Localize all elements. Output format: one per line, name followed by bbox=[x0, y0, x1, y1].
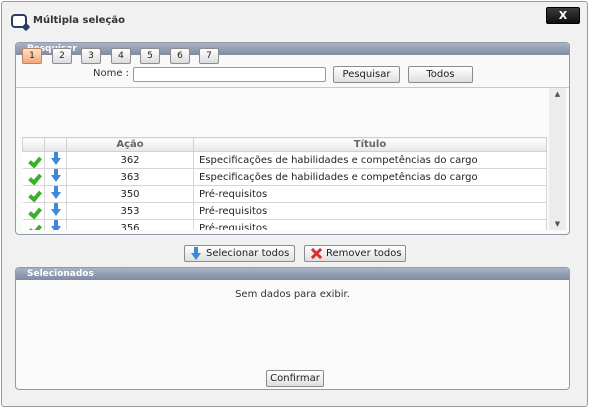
dialog-title: Múltipla seleção bbox=[33, 15, 126, 26]
check-icon[interactable] bbox=[26, 170, 40, 182]
row-select-cell[interactable] bbox=[22, 151, 45, 169]
search-button[interactable]: Pesquisar bbox=[333, 66, 400, 83]
row-title: Pré-requisitos bbox=[193, 219, 547, 230]
grid-scrollbar[interactable]: ▲ ▼ bbox=[549, 88, 566, 230]
scroll-up-icon[interactable]: ▲ bbox=[549, 88, 566, 100]
column-header-select bbox=[22, 137, 45, 152]
title-bar: Múltipla seleção X bbox=[2, 2, 587, 34]
row-code: 362 bbox=[66, 151, 194, 169]
row-select-cell[interactable] bbox=[22, 219, 45, 231]
row-title: Pré-requisitos bbox=[193, 185, 547, 203]
empty-message: Sem dados para exibir. bbox=[235, 289, 350, 300]
remove-x-icon bbox=[311, 248, 322, 259]
arrow-down-icon bbox=[191, 247, 201, 260]
page-button-3[interactable]: 3 bbox=[81, 48, 101, 64]
check-icon[interactable] bbox=[26, 221, 40, 231]
all-button[interactable]: Todos bbox=[408, 66, 473, 83]
row-add-cell[interactable] bbox=[44, 202, 67, 220]
close-button[interactable]: X bbox=[546, 7, 580, 24]
row-select-cell[interactable] bbox=[22, 168, 45, 186]
page-button-2[interactable]: 2 bbox=[52, 48, 72, 64]
check-icon[interactable] bbox=[26, 153, 40, 165]
app-logo-icon bbox=[11, 14, 27, 28]
check-icon[interactable] bbox=[26, 204, 40, 216]
column-header-titulo[interactable]: Título bbox=[193, 137, 547, 152]
row-add-cell[interactable] bbox=[44, 151, 67, 169]
name-input[interactable] bbox=[133, 67, 326, 82]
selected-panel-header: Selecionados bbox=[16, 268, 569, 280]
remove-all-label: Remover todos bbox=[326, 248, 402, 259]
page-button-7[interactable]: 7 bbox=[199, 48, 219, 64]
page-button-1[interactable]: 1 bbox=[22, 48, 42, 64]
row-add-cell[interactable] bbox=[44, 168, 67, 186]
row-code: 350 bbox=[66, 185, 194, 203]
page-button-5[interactable]: 5 bbox=[140, 48, 160, 64]
arrow-down-icon[interactable] bbox=[50, 169, 61, 182]
row-code: 363 bbox=[66, 168, 194, 186]
page-button-6[interactable]: 6 bbox=[170, 48, 190, 64]
results-grid: Ação Título 362 Especificações de habilid… bbox=[22, 137, 547, 230]
row-title: Pré-requisitos bbox=[193, 202, 547, 220]
row-select-cell[interactable] bbox=[22, 185, 45, 203]
table-row[interactable]: 350 Pré-requisitos bbox=[22, 185, 547, 203]
arrow-down-icon[interactable] bbox=[50, 186, 61, 199]
table-row[interactable]: 356 Pré-requisitos bbox=[22, 219, 547, 231]
name-label: Nome : bbox=[93, 68, 130, 79]
confirm-button[interactable]: Confirmar bbox=[266, 370, 324, 387]
page-button-4[interactable]: 4 bbox=[111, 48, 131, 64]
check-icon[interactable] bbox=[26, 187, 40, 199]
column-header-add bbox=[44, 137, 67, 152]
table-body: 362 Especificações de habilidades e compe… bbox=[22, 151, 547, 231]
select-all-label: Selecionar todos bbox=[206, 248, 290, 259]
table-row[interactable]: 353 Pré-requisitos bbox=[22, 202, 547, 220]
row-title: Especificações de habilidades e competên… bbox=[193, 151, 547, 169]
select-all-button[interactable]: Selecionar todos bbox=[184, 245, 295, 262]
row-code: 353 bbox=[66, 202, 194, 220]
row-select-cell[interactable] bbox=[22, 202, 45, 220]
row-add-cell[interactable] bbox=[44, 185, 67, 203]
table-header-row: Ação Título bbox=[22, 137, 547, 152]
remove-all-button[interactable]: Remover todos bbox=[304, 245, 406, 262]
scroll-down-icon[interactable]: ▼ bbox=[549, 218, 566, 230]
row-add-cell[interactable] bbox=[44, 219, 67, 230]
table-row[interactable]: 363 Especificações de habilidades e compe… bbox=[22, 168, 547, 186]
row-code: 356 bbox=[66, 219, 194, 230]
arrow-down-icon[interactable] bbox=[50, 220, 61, 230]
arrow-down-icon[interactable] bbox=[50, 203, 61, 216]
arrow-down-icon[interactable] bbox=[50, 152, 61, 165]
column-header-acao[interactable]: Ação bbox=[66, 137, 194, 152]
results-table: Ação Título 362 Especificações de habilid… bbox=[22, 137, 547, 230]
table-row[interactable]: 362 Especificações de habilidades e compe… bbox=[22, 151, 547, 169]
row-title: Especificações de habilidades e competên… bbox=[193, 168, 547, 186]
